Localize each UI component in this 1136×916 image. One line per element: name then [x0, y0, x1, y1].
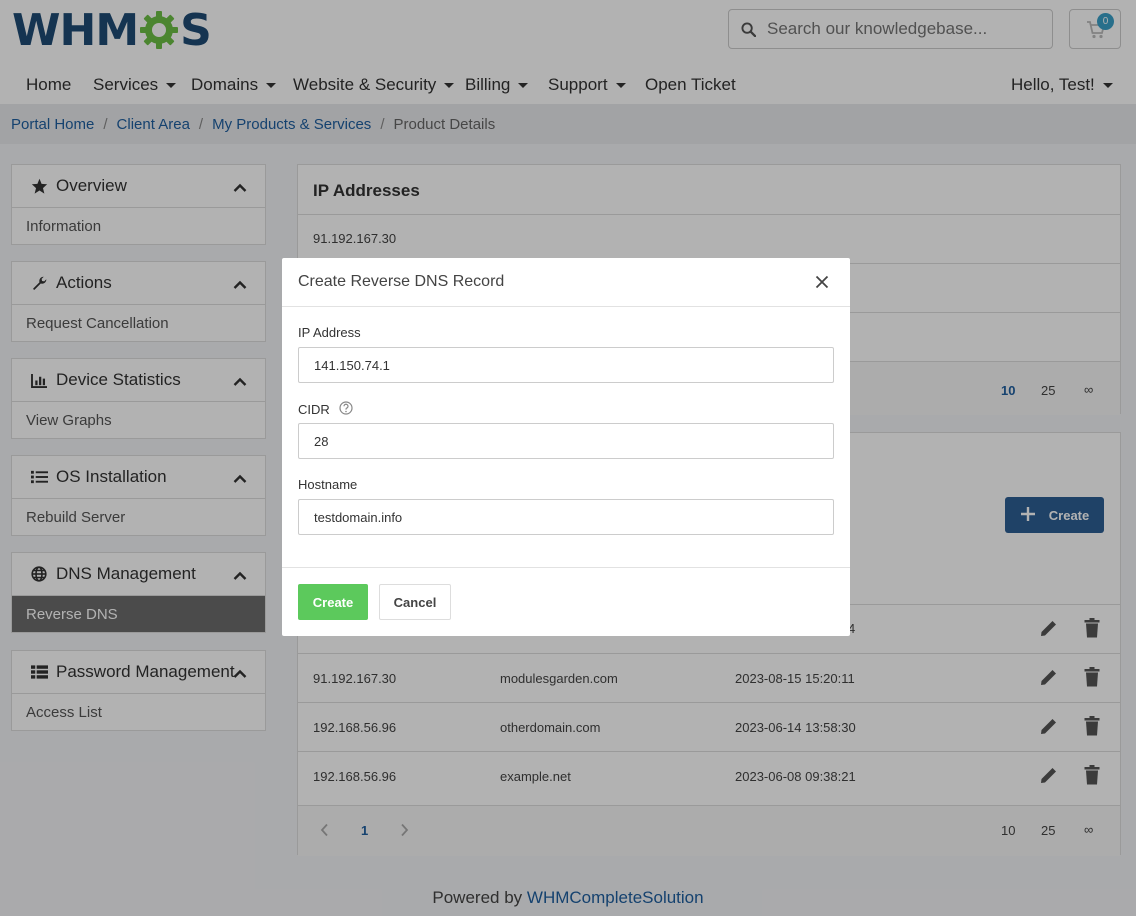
modal-footer	[282, 567, 850, 568]
modal-header: Create Reverse DNS Record	[282, 258, 850, 307]
close-icon[interactable]	[815, 275, 829, 292]
cancel-button[interactable]: Cancel	[379, 584, 451, 620]
cidr-label: CIDR	[298, 401, 353, 418]
ip-address-field[interactable]	[298, 347, 834, 383]
create-button[interactable]: Create	[298, 584, 368, 620]
ip-address-label: IP Address	[298, 325, 361, 340]
modal-title: Create Reverse DNS Record	[298, 273, 505, 290]
hostname-label: Hostname	[298, 477, 358, 492]
create-reverse-dns-modal: Create Reverse DNS Record IP Address CID…	[282, 258, 850, 636]
cidr-field[interactable]	[298, 423, 834, 459]
hostname-field[interactable]	[298, 499, 834, 535]
help-icon[interactable]	[339, 401, 353, 418]
